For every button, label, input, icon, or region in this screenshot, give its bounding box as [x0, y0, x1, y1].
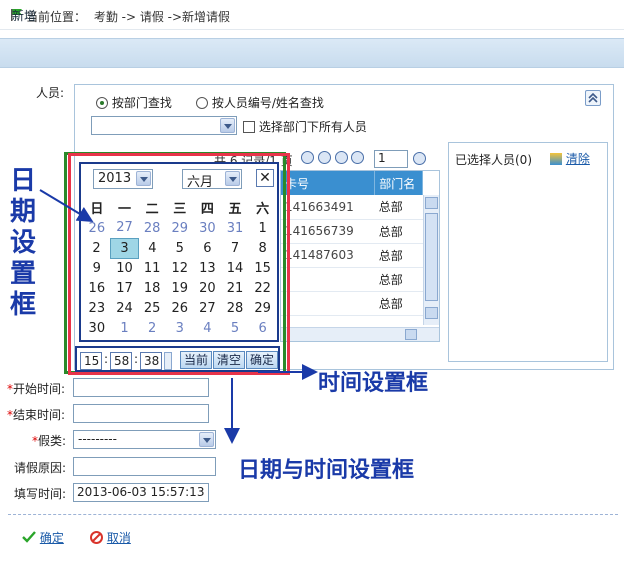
leave-type-select[interactable]: --------- — [73, 430, 216, 449]
cancel-icon — [90, 531, 103, 544]
start-time-label: *开始时间: — [7, 382, 66, 396]
cancel-label: 取消 — [106, 531, 131, 545]
end-time-label: *结束时间: — [7, 408, 66, 422]
end-time-label-text: 结束时间: — [13, 408, 66, 422]
start-time-label-text: 开始时间: — [13, 382, 66, 396]
end-time-input[interactable] — [73, 404, 209, 423]
fill-time-label: 填写时间: — [14, 487, 67, 501]
start-time-input[interactable] — [73, 378, 209, 397]
leave-type-label: *假类: — [32, 434, 67, 448]
ok-label: 确定 — [39, 531, 64, 545]
check-icon — [22, 531, 36, 543]
cancel-button[interactable]: 取消 — [90, 529, 131, 546]
reason-label: 请假原因: — [14, 461, 67, 475]
fill-time-input[interactable]: 2013-06-03 15:57:13 — [73, 483, 209, 502]
ok-button[interactable]: 确定 — [22, 529, 64, 546]
leave-type-label-text: 假类: — [38, 434, 67, 448]
divider — [8, 514, 618, 515]
leave-type-value: --------- — [78, 432, 117, 446]
annotation-time-box: 时间设置框 — [318, 370, 429, 396]
annotation-datetime-box: 日期与时间设置框 — [238, 457, 415, 483]
reason-input[interactable] — [73, 457, 216, 476]
chevron-down-icon — [199, 432, 214, 447]
